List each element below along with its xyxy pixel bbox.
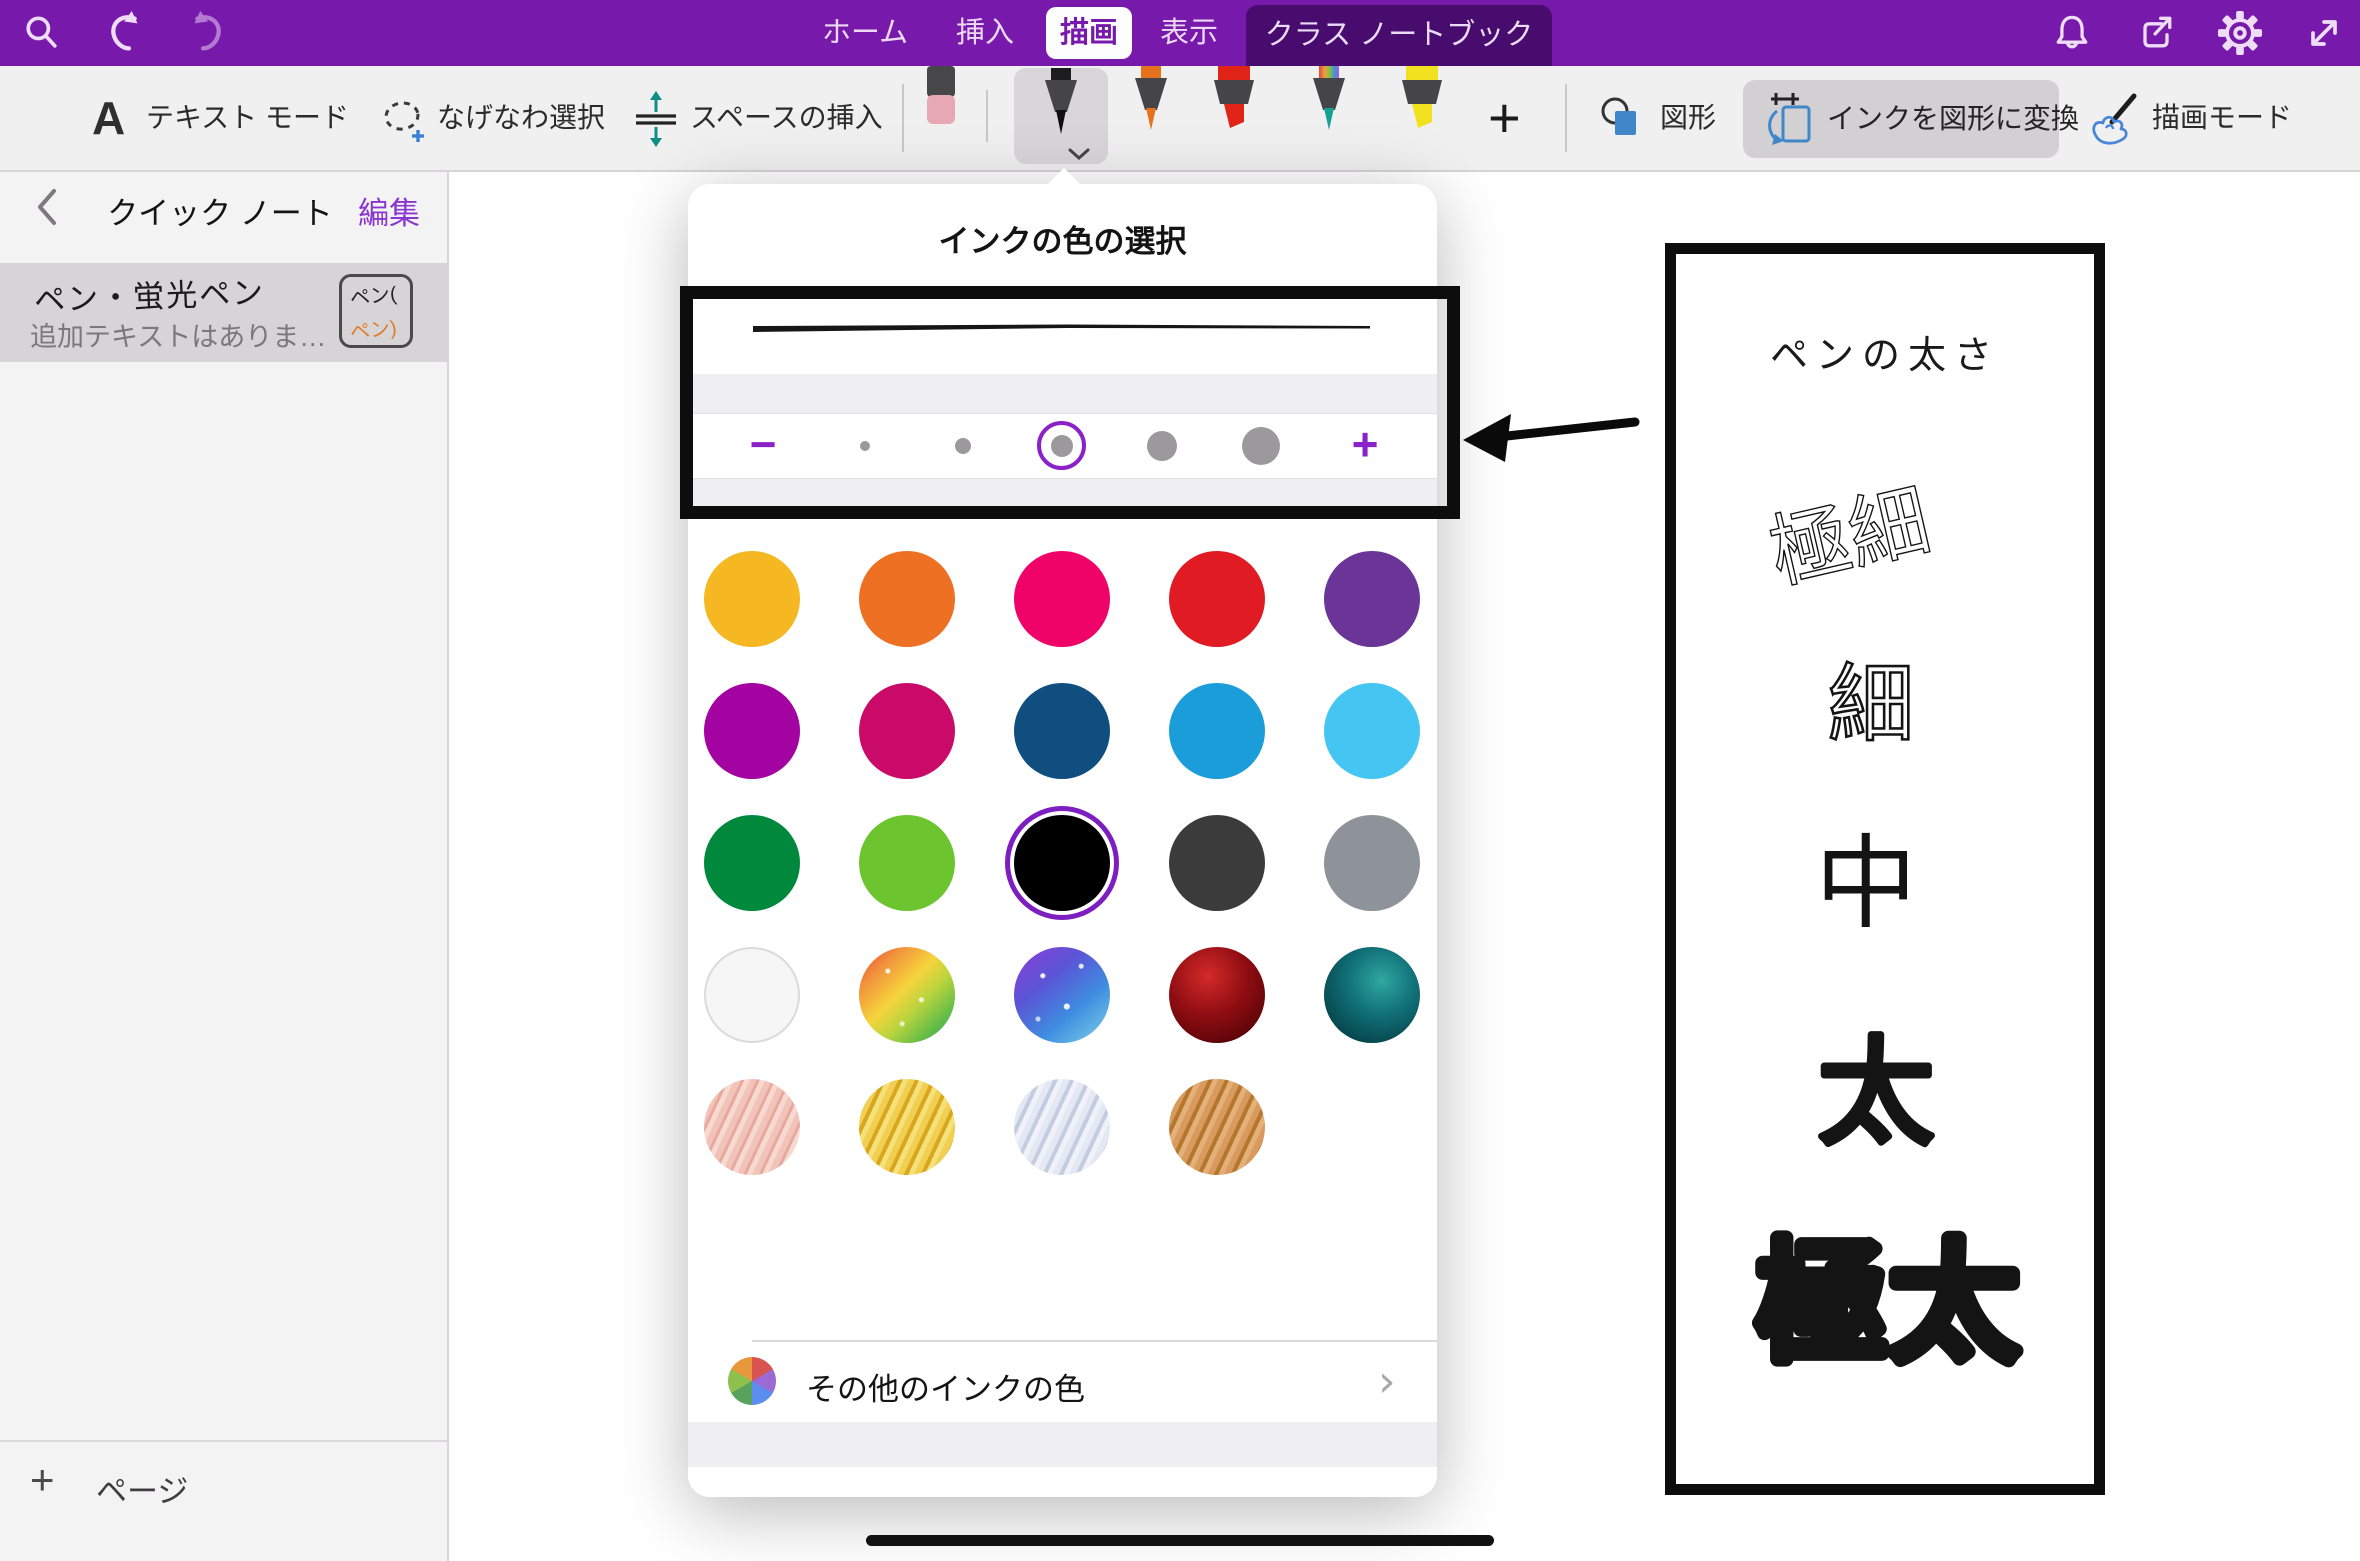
ink-to-shape-label: インクを図形に変換 xyxy=(1827,80,2079,158)
add-pen-button[interactable]: + xyxy=(1488,66,1521,170)
page-list-item-selected[interactable]: ペン・蛍光ペン 追加テキストはありま… ペン( ペン) xyxy=(0,263,447,362)
redo-icon[interactable] xyxy=(178,0,234,66)
popover-arrow-tip xyxy=(1047,168,1081,185)
popover-title: インクの色の選択 xyxy=(688,216,1437,261)
undo-icon[interactable] xyxy=(98,0,154,66)
handwriting-samples: 極細 細 中 太 極太 xyxy=(1676,254,2094,1484)
plus-icon: + xyxy=(30,1456,55,1504)
annotation-arrow xyxy=(1455,392,1655,482)
color-swatch-red[interactable] xyxy=(1169,551,1265,647)
color-swatch-green[interactable] xyxy=(704,815,800,911)
eraser-tool[interactable] xyxy=(925,66,957,126)
search-icon[interactable] xyxy=(14,0,70,66)
sample-fine: 細 xyxy=(1828,657,1914,753)
lasso-select-button[interactable]: なげなわ選択 xyxy=(437,66,605,170)
tab-home[interactable]: ホーム xyxy=(822,0,908,66)
chevron-right-icon: › xyxy=(1378,1356,1396,1407)
shapes-button[interactable]: 図形 xyxy=(1660,66,1716,170)
color-swatch-rainbow-glitter[interactable] xyxy=(859,947,955,1043)
color-swatch-gold[interactable] xyxy=(859,1079,955,1175)
text-mode-icon: A xyxy=(92,66,125,170)
tab-insert[interactable]: 挿入 xyxy=(956,0,1014,66)
thumb-text-orange: ペン) xyxy=(349,314,411,346)
divider xyxy=(752,1340,1437,1342)
tab-class-notebook[interactable]: クラス ノートブック xyxy=(1246,5,1552,66)
color-swatch-teal-smoke[interactable] xyxy=(1324,947,1420,1043)
pen-thickness-annotation-panel: ペンの太さ 極細 細 中 太 極太 xyxy=(1665,243,2105,1495)
sample-ultra-fine: 極細 xyxy=(1762,476,1938,599)
page-item-title: ペン・蛍光ペン xyxy=(33,267,265,320)
width-control-annotation-box xyxy=(680,286,1460,519)
ink-to-shape-icon xyxy=(1763,91,1815,147)
color-swatch-rose-gold[interactable] xyxy=(704,1079,800,1175)
page-thumbnail: ペン( ペン) xyxy=(339,274,413,348)
top-app-bar: ホーム 挿入 描画 表示 クラス ノートブック xyxy=(0,0,2360,66)
color-swatch-dark-gray[interactable] xyxy=(1169,815,1265,911)
sample-bold: 太 xyxy=(1817,1028,1935,1160)
color-swatch-bronze[interactable] xyxy=(1169,1079,1265,1175)
back-chevron-icon[interactable] xyxy=(36,188,58,226)
tab-draw[interactable]: 描画 xyxy=(1046,7,1132,59)
color-swatch-gray[interactable] xyxy=(1324,815,1420,911)
color-swatch-orange[interactable] xyxy=(859,551,955,647)
color-swatch-blue[interactable] xyxy=(1169,683,1265,779)
color-swatch-raspberry[interactable] xyxy=(859,683,955,779)
text-mode-button[interactable]: テキスト モード xyxy=(146,66,349,170)
ink-to-shape-toggle[interactable]: インクを図形に変換 xyxy=(1743,80,2059,158)
home-indicator-bar[interactable] xyxy=(866,1535,1494,1546)
color-swatch-red-smoke[interactable] xyxy=(1169,947,1265,1043)
color-swatch-white[interactable] xyxy=(704,947,800,1043)
color-swatch-light-green[interactable] xyxy=(859,815,955,911)
add-page-label: ページ xyxy=(96,1466,188,1511)
notebook-title: クイック ノート xyxy=(100,188,340,233)
draw-mode-button[interactable]: 描画モード xyxy=(2152,66,2292,170)
color-wheel-icon xyxy=(728,1357,776,1405)
color-swatch-silver[interactable] xyxy=(1014,1079,1110,1175)
settings-icon[interactable] xyxy=(2212,0,2268,66)
share-icon[interactable] xyxy=(2128,0,2184,66)
yellow-highlighter-tool[interactable] xyxy=(1390,66,1454,134)
color-swatch-magenta[interactable] xyxy=(704,683,800,779)
add-page-button[interactable]: + ページ xyxy=(0,1442,447,1522)
more-ink-colors-button[interactable]: その他のインクの色 xyxy=(806,1364,1085,1409)
page-list-sidebar: クイック ノート 編集 ペン・蛍光ペン 追加テキストはありま… ペン( ペン) … xyxy=(0,170,449,1561)
bell-icon[interactable] xyxy=(2044,0,2100,66)
galaxy-pen-tool[interactable] xyxy=(1299,66,1359,136)
sample-extra-bold: 極太 xyxy=(1756,1230,2020,1377)
color-swatch-galaxy[interactable] xyxy=(1014,947,1110,1043)
draw-toolbar: A テキスト モード なげなわ選択 スペースの挿入 xyxy=(0,66,2360,172)
orange-pen-tool[interactable] xyxy=(1121,66,1181,136)
color-swatch-yellow[interactable] xyxy=(704,551,800,647)
popover-footer xyxy=(688,1467,1437,1497)
draw-mode-icon xyxy=(2086,92,2142,148)
band xyxy=(688,1422,1437,1467)
sample-medium: 中 xyxy=(1815,827,1917,941)
onenote-app: ホーム 挿入 描画 表示 クラス ノートブック xyxy=(0,0,2360,1561)
insert-space-icon xyxy=(630,90,682,148)
tab-view[interactable]: 表示 xyxy=(1160,0,1218,66)
chevron-down-icon xyxy=(1068,148,1090,160)
color-swatch-dark-blue[interactable] xyxy=(1014,683,1110,779)
insert-space-button[interactable]: スペースの挿入 xyxy=(690,66,883,170)
thumb-text-black: ペン( xyxy=(349,280,411,312)
lasso-icon xyxy=(378,96,430,148)
edit-button[interactable]: 編集 xyxy=(358,188,420,233)
color-swatch-black-selected[interactable] xyxy=(1014,815,1110,911)
color-palette xyxy=(704,551,1420,1175)
color-swatch-sky-blue[interactable] xyxy=(1324,683,1420,779)
color-swatch-purple[interactable] xyxy=(1324,551,1420,647)
shapes-icon xyxy=(1598,94,1648,144)
expand-icon[interactable] xyxy=(2296,0,2352,66)
black-pen-tool-selected[interactable] xyxy=(1014,68,1108,164)
color-swatch-hot-pink[interactable] xyxy=(1014,551,1110,647)
page-item-subtitle: 追加テキストはありま… xyxy=(30,315,326,354)
red-highlighter-tool[interactable] xyxy=(1202,66,1266,134)
